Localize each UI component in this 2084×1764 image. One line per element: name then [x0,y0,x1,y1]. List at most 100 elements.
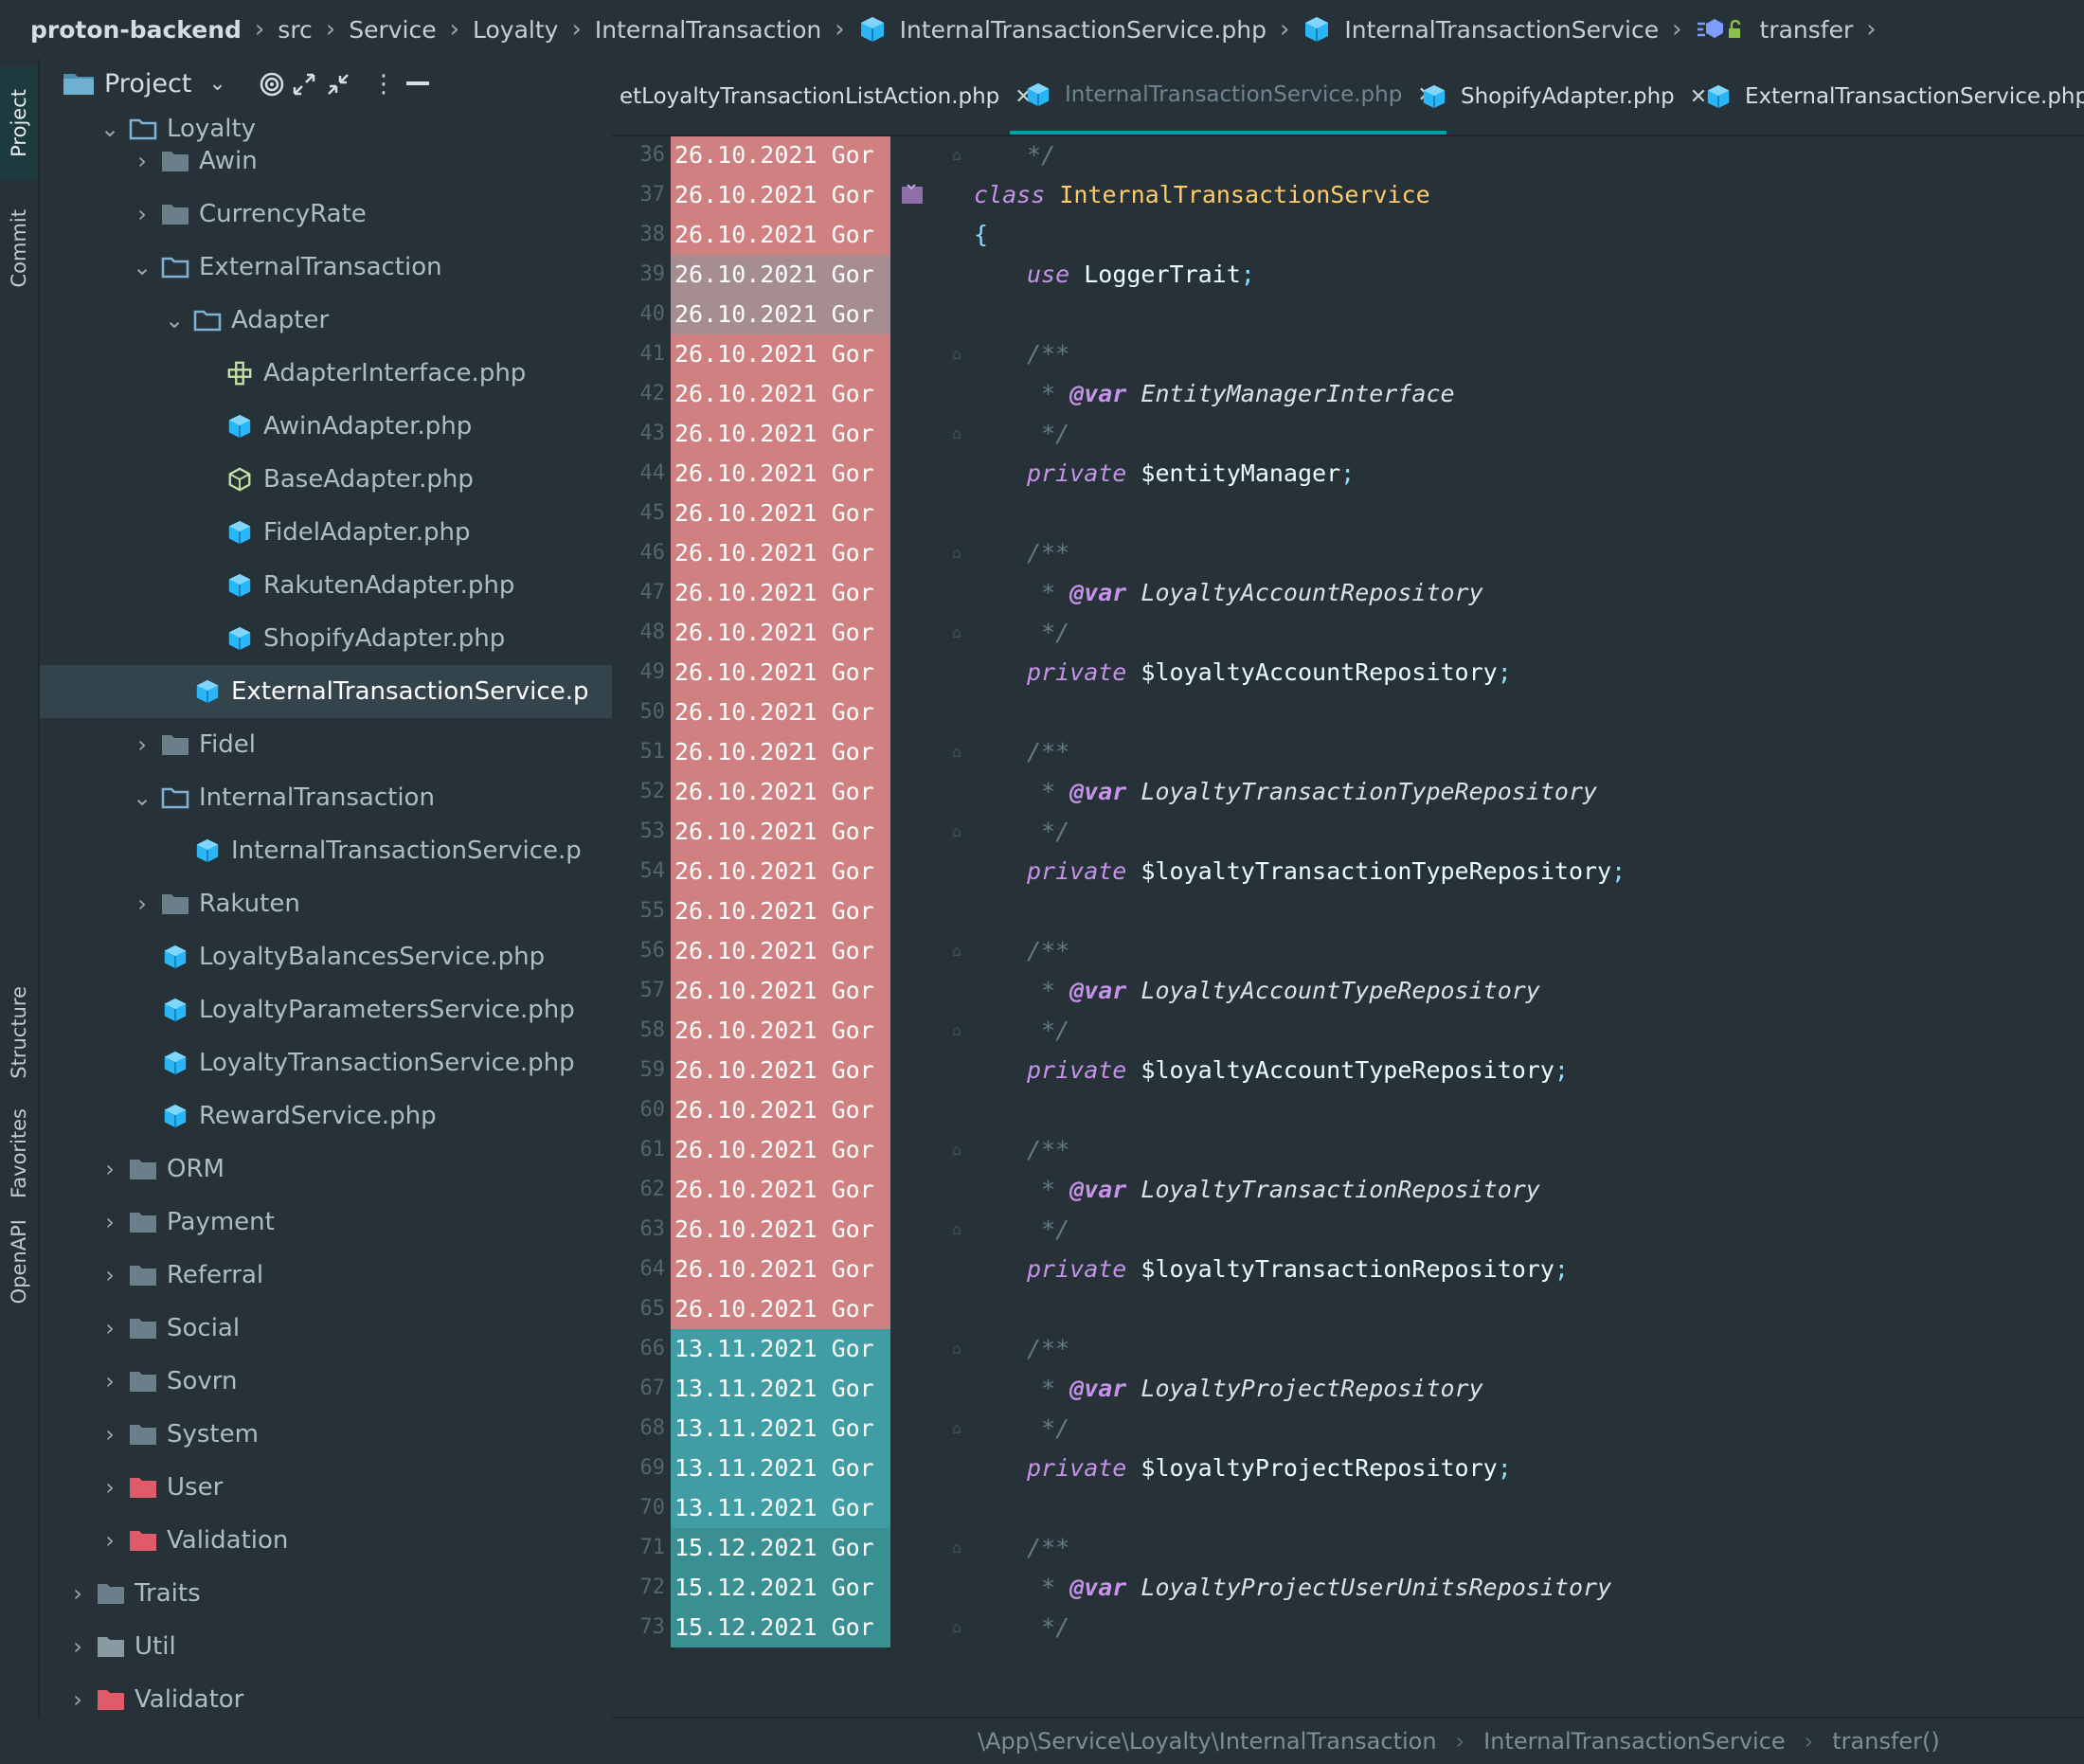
blame-annotation[interactable]: 26.10.2021 Gor [671,175,890,215]
blame-annotation[interactable]: 26.10.2021 Gor [671,1051,890,1090]
blame-annotation[interactable]: 26.10.2021 Gor [671,1170,890,1210]
code-line[interactable]: /** [1027,1130,1069,1170]
tree-item[interactable]: › User [40,1461,612,1514]
blame-annotation[interactable]: 15.12.2021 Gor [671,1568,890,1608]
code-line[interactable]: */ [1027,1210,1069,1250]
code-line[interactable]: */ [1027,1409,1069,1449]
blame-annotation[interactable]: 13.11.2021 Gor [671,1369,890,1409]
fold-marker-icon[interactable]: ⌂ [949,1409,964,1449]
code-line[interactable]: * @var EntityManagerInterface [1027,374,1455,414]
fold-marker-icon[interactable]: ⌂ [949,1210,964,1250]
code-area[interactable]: 36 26.10.2021 Gor ⌂ */37 26.10.2021 Gor class… [612,136,2084,1717]
editor-tab[interactable]: InternalTransactionService.php✕ [1010,59,1446,135]
code-line[interactable]: private $loyaltyProjectRepository; [1027,1449,1512,1488]
chevron-down-icon[interactable]: ⌄ [163,307,186,333]
code-line[interactable]: private $loyaltyAccountTypeRepository; [1027,1051,1569,1090]
chevron-right-icon[interactable]: › [99,1368,121,1395]
tree-item[interactable]: › Rakuten [40,877,612,930]
chevron-right-icon[interactable]: › [131,148,153,174]
tree-item[interactable]: AwinAdapter.php [40,400,612,453]
code-line[interactable]: * @var LoyaltyTransactionRepository [1027,1170,1540,1210]
editor-tab[interactable]: ShopifyAdapter.php ✕ [1406,59,1718,135]
chevron-down-icon[interactable]: ⌄ [208,72,225,96]
collapse-all-icon[interactable] [324,70,352,99]
favorites-tool-button[interactable]: Favorites [0,1101,38,1205]
blame-annotation[interactable]: 26.10.2021 Gor [671,1289,890,1329]
fold-marker-icon[interactable]: ⌂ [949,1528,964,1568]
chevron-right-icon[interactable]: › [131,201,153,227]
breadcrumb-item[interactable]: InternalTransactionService.php [858,15,1267,44]
blame-annotation[interactable]: 26.10.2021 Gor [671,812,890,852]
code-line[interactable]: */ [1027,1608,1069,1647]
blame-annotation[interactable]: 26.10.2021 Gor [671,772,890,812]
blame-annotation[interactable]: 26.10.2021 Gor [671,533,890,573]
editor-tab[interactable]: ExternalTransactionService.php✕ [1690,59,2084,135]
tree-item[interactable]: › Social [40,1302,612,1355]
fold-marker-icon[interactable]: ⌂ [949,613,964,653]
tree-item[interactable]: › Sovrn [40,1355,612,1408]
code-line[interactable]: private $loyaltyAccountRepository; [1027,653,1512,693]
chevron-right-icon[interactable]: › [131,891,153,917]
blame-annotation[interactable]: 26.10.2021 Gor [671,693,890,732]
chevron-right-icon[interactable]: › [99,1421,121,1448]
tree-item[interactable]: › Referral [40,1249,612,1302]
breadcrumb-item[interactable]: src [278,16,313,44]
code-line[interactable]: private $loyaltyTransactionRepository; [1027,1250,1569,1289]
fold-marker-icon[interactable]: ⌂ [949,931,964,971]
code-line[interactable]: * @var LoyaltyAccountRepository [1027,573,1483,613]
fold-marker-icon[interactable]: ⌂ [949,1011,964,1051]
fold-marker-icon[interactable]: ⌂ [949,136,964,175]
blame-annotation[interactable]: 15.12.2021 Gor [671,1608,890,1647]
code-breadcrumb-item[interactable]: InternalTransactionService [1483,1728,1786,1755]
tree-item[interactable]: LoyaltyParametersService.php [40,983,612,1036]
code-line[interactable]: use LoggerTrait; [1027,255,1255,295]
breadcrumb-item[interactable]: Service [349,16,436,44]
blame-annotation[interactable]: 26.10.2021 Gor [671,732,890,772]
chevron-right-icon[interactable]: › [99,1262,121,1288]
tree-item[interactable]: › Fidel [40,718,612,771]
chevron-down-icon[interactable]: ⌄ [131,784,153,811]
tree-item[interactable]: › System [40,1408,612,1461]
code-line[interactable]: /** [1027,1528,1069,1568]
fold-marker-icon[interactable]: ⌂ [949,1329,964,1369]
tree-item[interactable]: ⌄ Adapter [40,294,612,347]
fold-marker-icon[interactable]: ⌂ [949,1130,964,1170]
code-line[interactable]: /** [1027,334,1069,374]
blame-annotation[interactable]: 26.10.2021 Gor [671,1250,890,1289]
code-line[interactable]: */ [1027,414,1069,454]
blame-annotation[interactable]: 26.10.2021 Gor [671,1210,890,1250]
chevron-right-icon[interactable]: › [99,1209,121,1235]
tree-item[interactable]: RewardService.php [40,1089,612,1143]
blame-annotation[interactable]: 26.10.2021 Gor [671,852,890,891]
implementation-gutter-icon[interactable] [900,181,926,211]
code-line[interactable]: class InternalTransactionService [974,175,1430,215]
tree-item[interactable]: BaseAdapter.php [40,453,612,506]
tree-item[interactable]: InternalTransactionService.p [40,824,612,877]
blame-annotation[interactable]: 26.10.2021 Gor [671,374,890,414]
blame-annotation[interactable]: 26.10.2021 Gor [671,255,890,295]
blame-annotation[interactable]: 26.10.2021 Gor [671,1090,890,1130]
project-tool-button[interactable]: Project [0,66,38,180]
blame-annotation[interactable]: 26.10.2021 Gor [671,931,890,971]
tree-item[interactable]: RakutenAdapter.php [40,559,612,612]
chevron-right-icon[interactable]: › [66,1686,89,1713]
chevron-right-icon[interactable]: › [99,1527,121,1554]
tree-item[interactable]: › Awin [40,135,612,188]
chevron-down-icon[interactable]: ⌄ [131,254,153,280]
code-line[interactable]: * @var LoyaltyTransactionTypeRepository [1027,772,1597,812]
code-line[interactable]: /** [1027,732,1069,772]
fold-marker-icon[interactable]: ⌂ [949,812,964,852]
blame-annotation[interactable]: 13.11.2021 Gor [671,1409,890,1449]
blame-annotation[interactable]: 26.10.2021 Gor [671,414,890,454]
tree-item[interactable]: FidelAdapter.php [40,506,612,559]
tree-item[interactable]: AdapterInterface.php [40,347,612,400]
breadcrumb-item[interactable]: proton-backend [30,16,242,44]
tree-item[interactable]: ExternalTransactionService.p [40,665,612,718]
expand-all-icon[interactable] [290,70,318,99]
structure-tool-button[interactable]: Structure [0,976,38,1089]
code-line[interactable]: private $loyaltyTransactionTypeRepositor… [1027,852,1626,891]
tree-item[interactable]: › CurrencyRate [40,188,612,241]
fold-marker-icon[interactable]: ⌂ [949,533,964,573]
chevron-right-icon[interactable]: › [131,731,153,758]
commit-tool-button[interactable]: Commit [0,201,38,296]
